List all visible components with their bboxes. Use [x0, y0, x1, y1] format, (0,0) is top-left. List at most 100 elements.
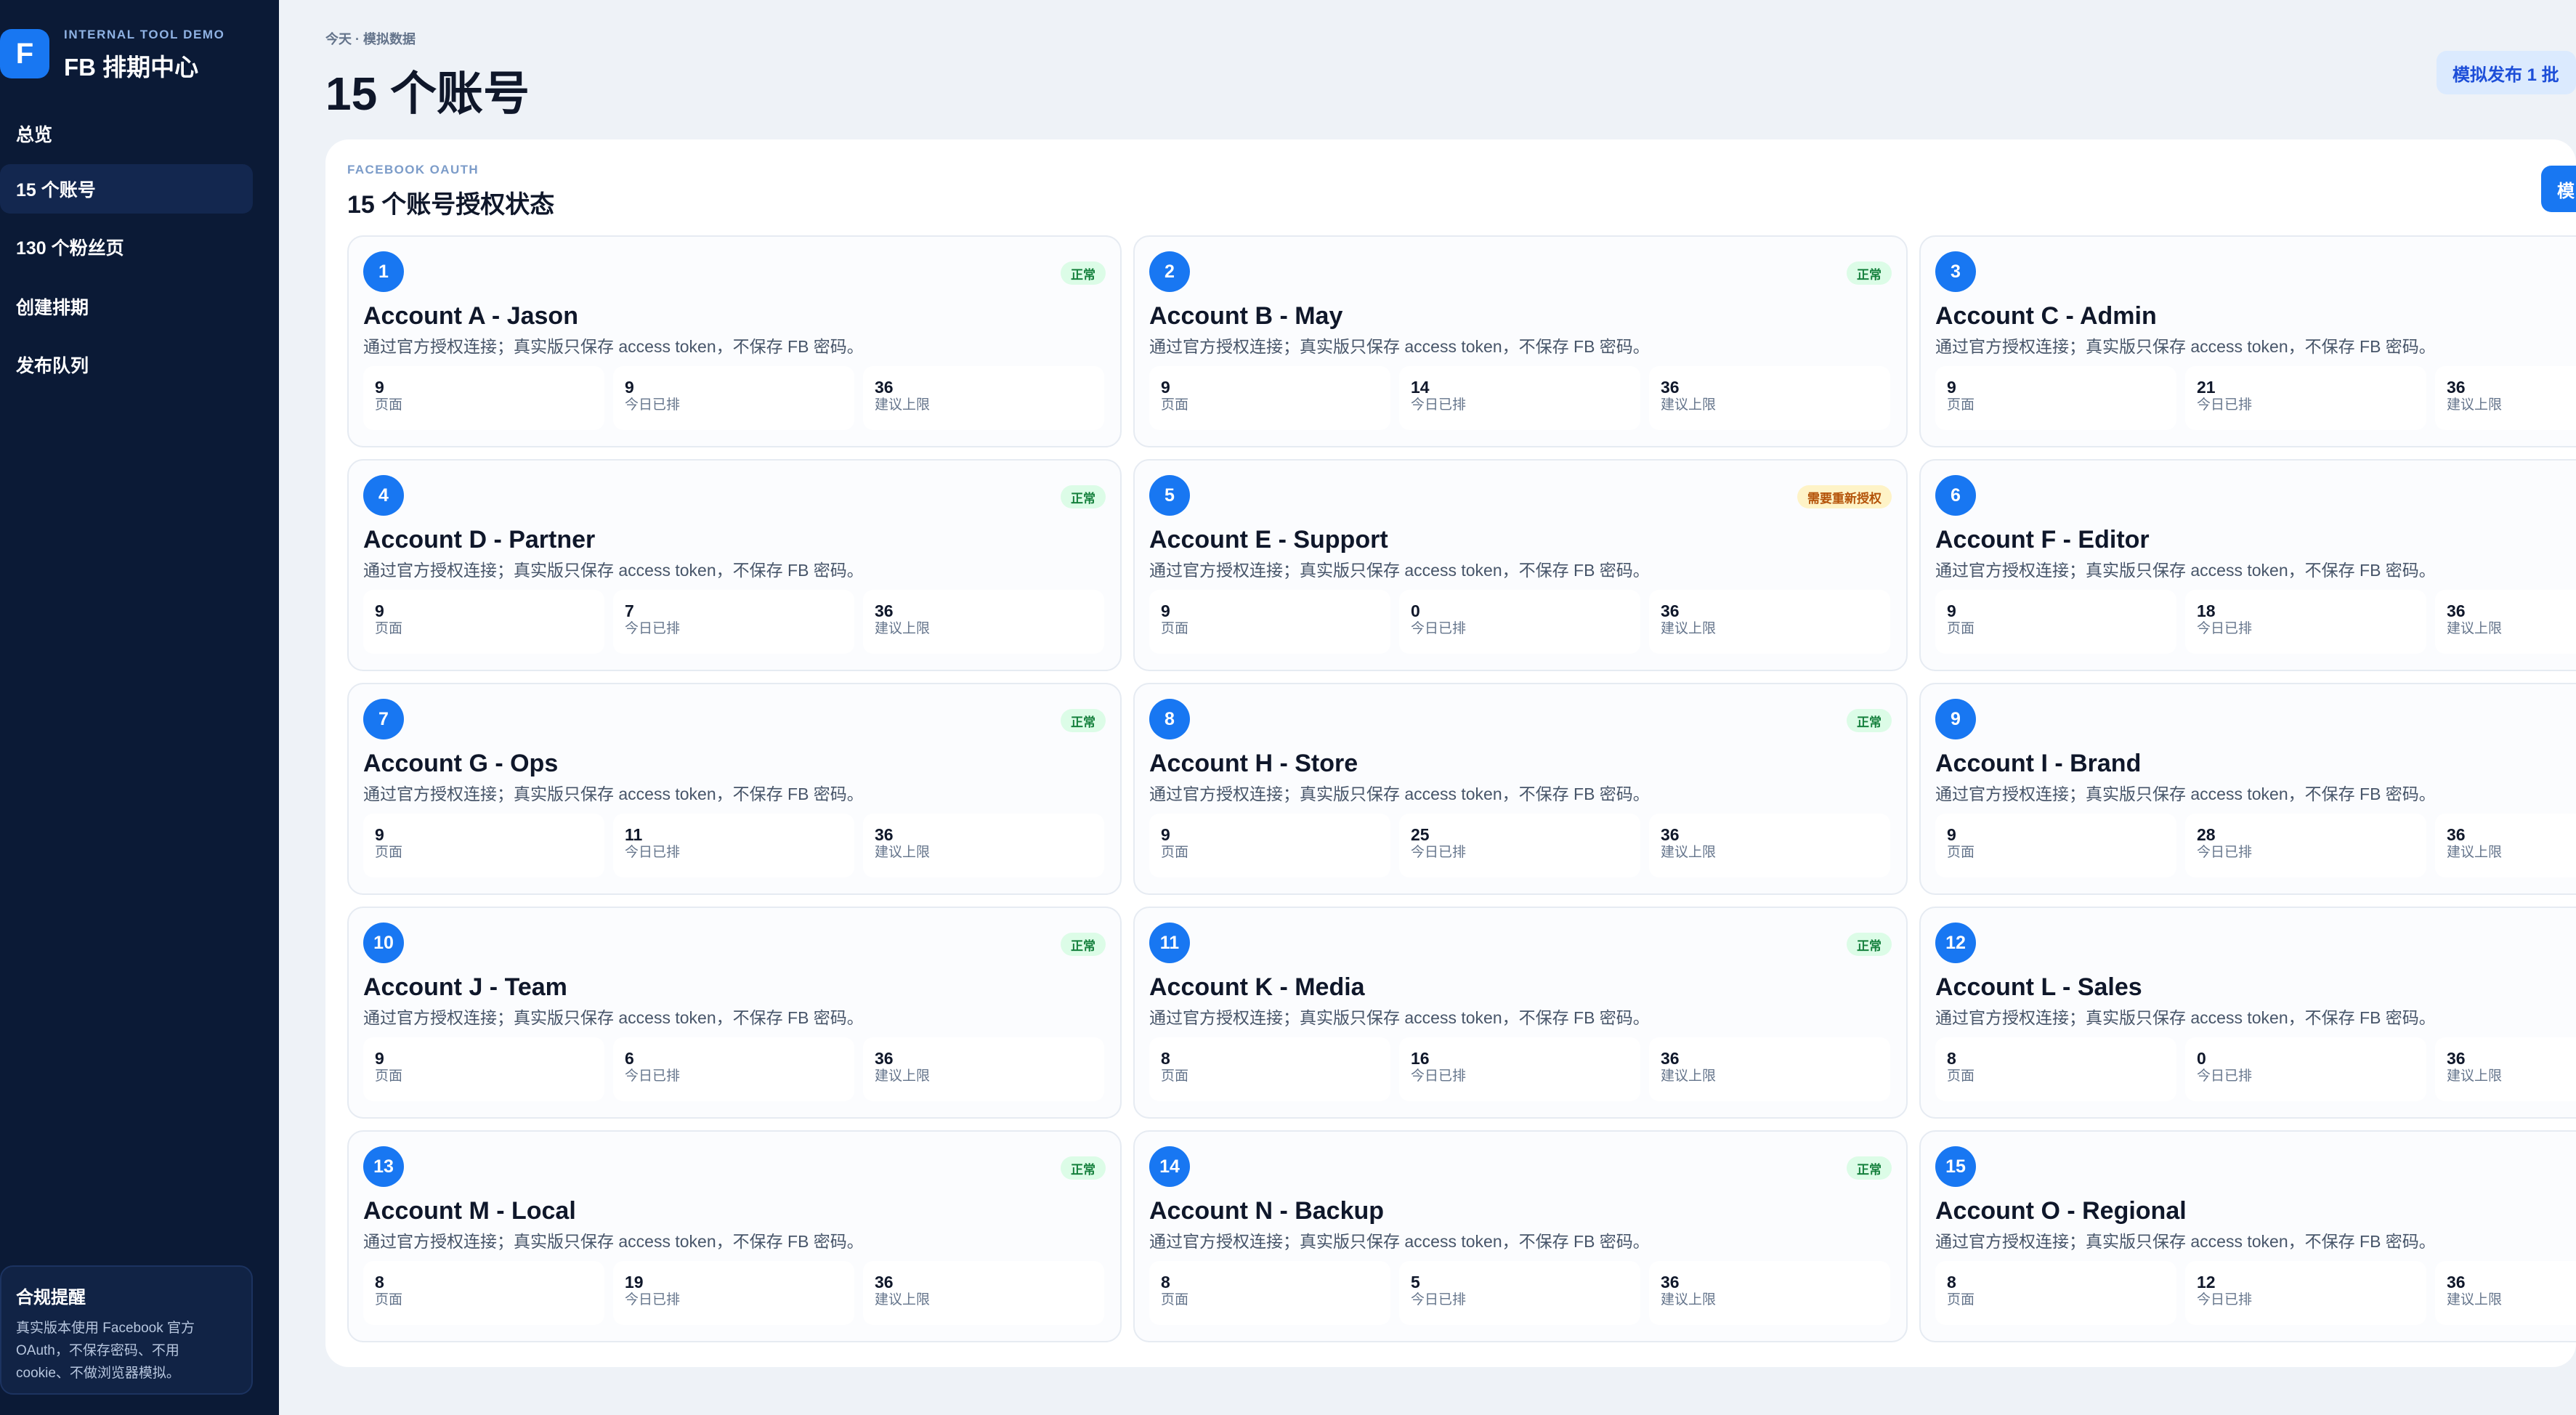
account-card[interactable]: 7 正常 Account G - Ops 通过官方授权连接；真实版只保存 access…: [347, 683, 1122, 895]
account-name: Account E - Support: [1149, 526, 1388, 554]
stat-limit-value: 36: [875, 1273, 894, 1292]
sidebar-item-fan-pages[interactable]: 130 个粉丝页: [0, 222, 253, 272]
stat-limit-label: 建议上限: [1661, 621, 1717, 636]
account-stats: 8 页面 5 今日已排 36 建议上限: [1149, 1261, 1905, 1325]
stat-limit-value: 36: [2447, 1049, 2466, 1068]
account-card[interactable]: 14 正常 Account N - Backup 通过官方授权连接；真实版只保存 ac…: [1133, 1130, 1908, 1342]
stat-limit-label: 建议上限: [1661, 845, 1717, 860]
stat-pages: 9 页面: [1935, 590, 2176, 654]
account-card[interactable]: 12正常Account L - Sales通过官方授权连接；真实版只保存 acc…: [1919, 907, 2576, 1119]
status-badge: 需要重新授权: [1797, 485, 1892, 508]
stat-limit-label: 建议上限: [875, 845, 931, 860]
stat-limit: 36 建议上限: [2435, 814, 2576, 877]
stat-scheduled-label: 今日已排: [625, 621, 681, 636]
simulate-publish-button[interactable]: 模拟发布 1 批: [2437, 51, 2576, 94]
sidebar-item-overview[interactable]: 总览: [0, 109, 253, 158]
account-number-badge: 15: [1935, 1146, 1976, 1187]
account-stats: 8 页面 19 今日已排 36 建议上限: [363, 1261, 1119, 1325]
stat-scheduled-label: 今日已排: [625, 1292, 681, 1307]
account-number-badge: 10: [363, 923, 404, 963]
stat-scheduled-label: 今日已排: [2197, 1069, 2253, 1084]
account-name: Account M - Local: [363, 1197, 576, 1225]
status-badge: 正常: [1061, 485, 1106, 508]
status-badge: 正常: [1061, 261, 1106, 285]
stat-limit: 36 建议上限: [2435, 1037, 2576, 1101]
stat-scheduled: 7 今日已排: [613, 590, 854, 654]
stat-limit-value: 36: [875, 1049, 894, 1068]
stat-scheduled-value: 14: [1411, 378, 1430, 397]
account-name: Account G - Ops: [363, 750, 559, 777]
stat-scheduled-label: 今日已排: [625, 845, 681, 860]
stat-pages-value: 9: [1947, 378, 1956, 397]
account-name: Account A - Jason: [363, 302, 578, 330]
account-name: Account I - Brand: [1935, 750, 2142, 777]
account-card[interactable]: 3正常Account C - Admin通过官方授权连接；真实版只保存 acce…: [1919, 235, 2576, 447]
account-card[interactable]: 4 正常 Account D - Partner 通过官方授权连接；真实版只保存 ac…: [347, 459, 1122, 671]
stat-pages-value: 9: [1947, 601, 1956, 620]
stat-limit: 36 建议上限: [1649, 814, 1890, 877]
brand: F INTERNAL TOOL DEMO FB 排期中心: [0, 28, 279, 86]
account-description: 通过官方授权连接；真实版只保存 access token，不保存 FB 密码。: [1935, 1232, 2436, 1251]
stat-pages-value: 9: [375, 378, 384, 397]
account-description: 通过官方授权连接；真实版只保存 access token，不保存 FB 密码。: [363, 1232, 864, 1251]
account-description: 通过官方授权连接；真实版只保存 access token，不保存 FB 密码。: [363, 337, 864, 356]
stat-pages-value: 9: [1947, 825, 1956, 844]
account-card[interactable]: 6正常Account F - Editor通过官方授权连接；真实版只保存 acc…: [1919, 459, 2576, 671]
stat-pages-label: 页面: [1161, 1069, 1189, 1084]
account-card[interactable]: 10 正常 Account J - Team 通过官方授权连接；真实版只保存 acce…: [347, 907, 1122, 1119]
account-description: 通过官方授权连接；真实版只保存 access token，不保存 FB 密码。: [1935, 1008, 2436, 1027]
account-description: 通过官方授权连接；真实版只保存 access token，不保存 FB 密码。: [1149, 337, 1650, 356]
account-number-badge: 11: [1149, 923, 1190, 963]
account-stats: 8 页面 12 今日已排 36 建议上限: [1935, 1261, 2576, 1325]
account-card[interactable]: 13 正常 Account M - Local 通过官方授权连接；真实版只保存 acc…: [347, 1130, 1122, 1342]
account-name: Account H - Store: [1149, 750, 1358, 777]
stat-scheduled-value: 9: [625, 378, 634, 397]
account-stats: 9 页面 9 今日已排 36 建议上限: [363, 366, 1119, 430]
compliance-notice: 合规提醒 真实版本使用 Facebook 官方 OAuth，不保存密码、不用 c…: [0, 1265, 253, 1395]
account-card[interactable]: 1 正常 Account A - Jason 通过官方授权连接；真实版只保存 acce…: [347, 235, 1122, 447]
brand-title: FB 排期中心: [64, 54, 199, 81]
account-card[interactable]: 8 正常 Account H - Store 通过官方授权连接；真实版只保存 acce…: [1133, 683, 1908, 895]
account-stats: 9 页面 21 今日已排 36 建议上限: [1935, 366, 2576, 430]
stat-limit-label: 建议上限: [1661, 1292, 1717, 1307]
status-badge: 正常: [1061, 933, 1106, 956]
panel-action-button[interactable]: 模: [2541, 166, 2576, 212]
account-number-badge: 14: [1149, 1146, 1190, 1187]
account-stats: 9 页面 14 今日已排 36 建议上限: [1149, 366, 1905, 430]
stat-scheduled-value: 5: [1411, 1273, 1420, 1292]
account-name: Account F - Editor: [1935, 526, 2150, 554]
stat-limit: 36 建议上限: [2435, 590, 2576, 654]
account-card[interactable]: 11 正常 Account K - Media 通过官方授权连接；真实版只保存 acc…: [1133, 907, 1908, 1119]
account-name: Account K - Media: [1149, 973, 1365, 1001]
stat-scheduled-label: 今日已排: [1411, 845, 1467, 860]
panel-kicker: FACEBOOK OAUTH: [347, 163, 479, 177]
account-card[interactable]: 2 正常 Account B - May 通过官方授权连接；真实版只保存 access…: [1133, 235, 1908, 447]
account-description: 通过官方授权连接；真实版只保存 access token，不保存 FB 密码。: [1149, 561, 1650, 580]
stat-pages-label: 页面: [1947, 845, 1975, 860]
stat-scheduled: 6 今日已排: [613, 1037, 854, 1101]
stat-scheduled-value: 28: [2197, 825, 2216, 844]
account-stats: 9 页面 7 今日已排 36 建议上限: [363, 590, 1119, 654]
account-stats: 8 页面 16 今日已排 36 建议上限: [1149, 1037, 1905, 1101]
stat-limit-label: 建议上限: [2447, 1069, 2503, 1084]
account-card[interactable]: 15正常Account O - Regional通过官方授权连接；真实版只保存 …: [1919, 1130, 2576, 1342]
stat-scheduled: 12 今日已排: [2185, 1261, 2426, 1325]
stat-pages-value: 9: [1161, 825, 1170, 844]
stat-pages-label: 页面: [1161, 845, 1189, 860]
stat-limit-label: 建议上限: [2447, 845, 2503, 860]
account-stats: 9 页面 25 今日已排 36 建议上限: [1149, 814, 1905, 877]
stat-pages: 8 页面: [363, 1261, 604, 1325]
account-card[interactable]: 9正常Account I - Brand通过官方授权连接；真实版只保存 acce…: [1919, 683, 2576, 895]
sidebar-item-accounts[interactable]: 15 个账号: [0, 164, 253, 214]
brand-logo: F: [0, 29, 49, 78]
account-stats: 9 页面 11 今日已排 36 建议上限: [363, 814, 1119, 877]
stat-pages-label: 页面: [375, 1292, 403, 1307]
account-card[interactable]: 5 需要重新授权 Account E - Support 通过官方授权连接；真实版只保…: [1133, 459, 1908, 671]
stat-pages-label: 页面: [1947, 1069, 1975, 1084]
breadcrumb: 今天 · 模拟数据: [325, 32, 416, 46]
stat-scheduled-label: 今日已排: [2197, 1292, 2253, 1307]
sidebar-item-create-schedule[interactable]: 创建排期: [0, 282, 253, 331]
sidebar-item-publish-queue[interactable]: 发布队列: [0, 340, 253, 389]
account-description: 通过官方授权连接；真实版只保存 access token，不保存 FB 密码。: [1935, 561, 2436, 580]
page-title: 15 个账号: [325, 68, 530, 120]
